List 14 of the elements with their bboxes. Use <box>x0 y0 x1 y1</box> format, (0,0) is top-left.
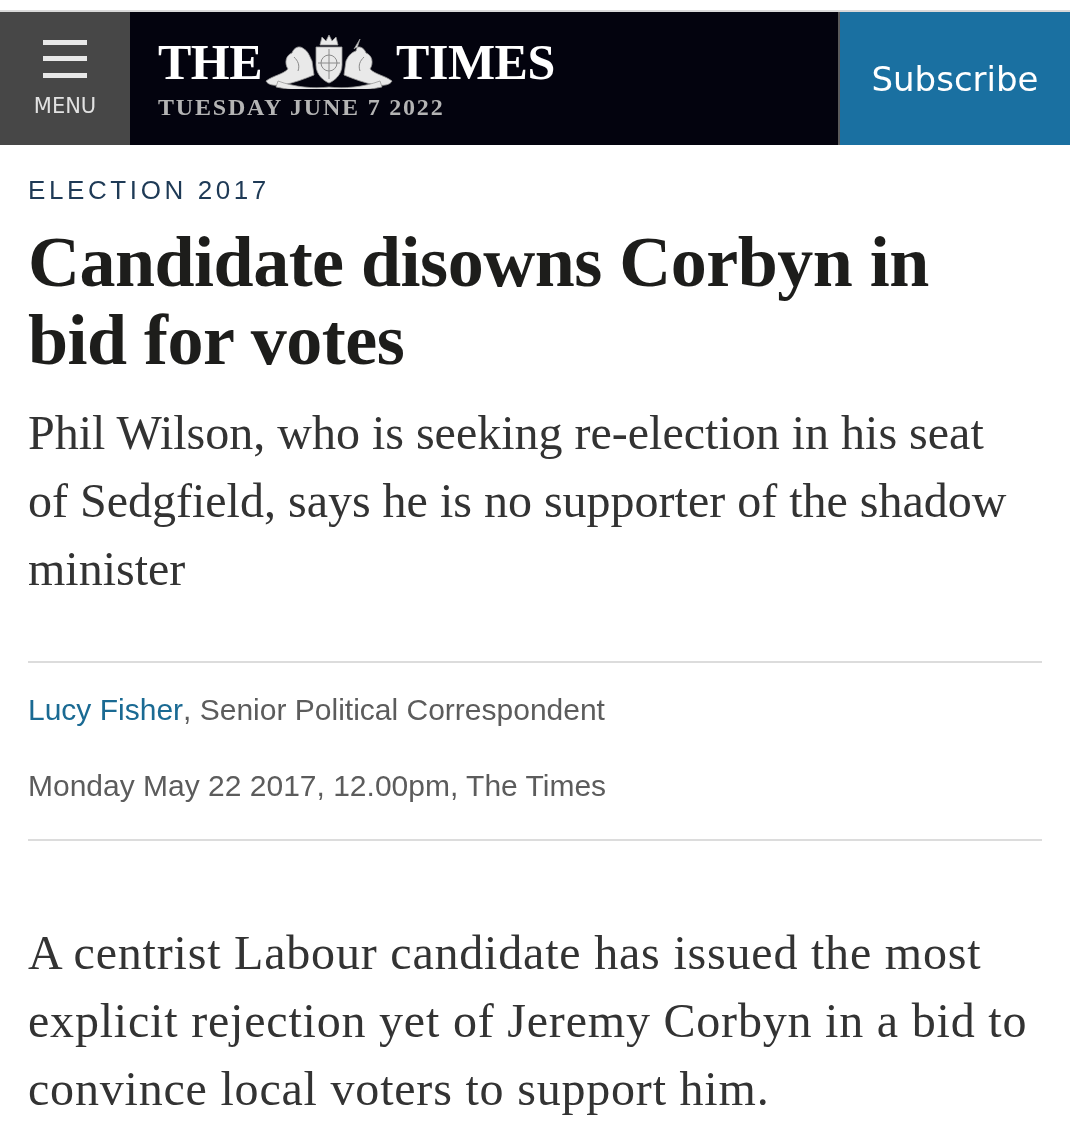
masthead-text: THE <box>158 34 263 90</box>
author-link[interactable]: Lucy Fisher <box>28 693 184 727</box>
body-paragraph: A centrist Labour candidate has issued the most explicit rejection yet of Jeremy Corbyn in a bid to convince local voters to support him. <box>28 925 1029 1117</box>
edition-date: TUESDAY JUNE 7 2022 <box>158 94 445 121</box>
subscribe-button[interactable]: Subscribe <box>838 12 1070 145</box>
menu-button[interactable]: MENU <box>0 12 130 145</box>
article-standfirst: Phil Wilson, who is seeking re-election in his seat of Sedgfield, says he is no supporter of the shadow minister <box>28 405 1008 597</box>
section-label: ELECTION 2017 <box>28 175 270 205</box>
menu-icon <box>43 40 87 78</box>
masthead-text: TIMES <box>396 34 555 90</box>
author-role: , Senior Political Correspondent <box>183 693 605 727</box>
publish-dateline: Monday May 22 2017, 12.00pm, The Times <box>28 769 607 803</box>
crest-icon <box>264 35 395 89</box>
article-headline: Candidate disowns Corbyn in bid for votes <box>28 223 930 379</box>
